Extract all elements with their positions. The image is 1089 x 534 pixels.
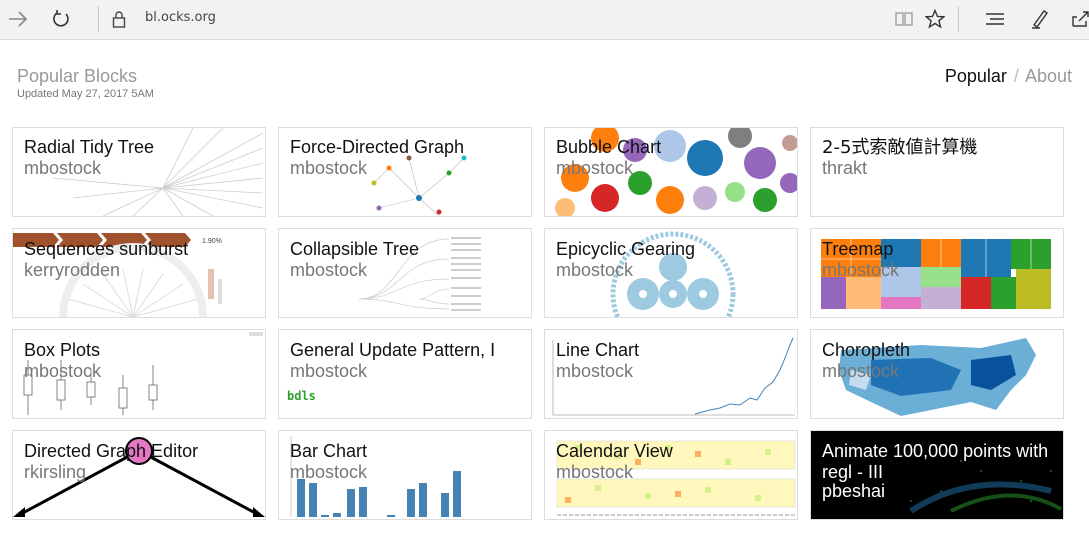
updated-timestamp: Updated May 27, 2017 5AM (17, 88, 154, 100)
block-owner[interactable]: mbostock (556, 361, 633, 382)
block-title[interactable]: Choropleth (822, 340, 910, 361)
block-card-directed-graph-editor[interactable]: Directed Graph Editor rkirsling (12, 430, 266, 520)
nav-separator: / (1013, 66, 1019, 86)
block-card-bar-chart[interactable]: Bar Chart mbostock (278, 430, 532, 520)
block-card-radial-tidy-tree[interactable]: Radial Tidy Tree mbostock (12, 127, 266, 217)
block-owner[interactable]: pbeshai (822, 481, 885, 502)
nav-about-link[interactable]: About (1025, 66, 1072, 86)
toolbar-divider (98, 6, 99, 32)
address-bar[interactable]: bl.ocks.org (145, 10, 216, 25)
block-owner[interactable]: mbostock (822, 361, 899, 382)
block-title[interactable]: Calendar View (556, 441, 673, 462)
block-card-force-directed-graph[interactable]: Force-Directed Graph mbostock (278, 127, 532, 217)
forward-icon[interactable] (4, 6, 32, 32)
block-owner[interactable]: mbostock (290, 260, 367, 281)
block-owner[interactable]: kerryrodden (24, 260, 120, 281)
pen-note-icon[interactable] (1026, 6, 1054, 32)
block-owner[interactable]: mbostock (24, 361, 101, 382)
block-title[interactable]: Directed Graph Editor (24, 441, 198, 462)
block-card-general-update-pattern[interactable]: bdls General Update Pattern, I mbostock (278, 329, 532, 419)
block-card-treemap[interactable]: Treemap mbostock (810, 228, 1064, 318)
block-card-animate-points[interactable]: Animate 100,000 points with regl - III p… (810, 430, 1064, 520)
hub-icon[interactable] (981, 6, 1009, 32)
block-title[interactable]: Collapsible Tree (290, 239, 419, 260)
block-title[interactable]: Radial Tidy Tree (24, 137, 154, 158)
refresh-icon[interactable] (47, 6, 75, 32)
block-card-bubble-chart[interactable]: Bubble Chart mbostock (544, 127, 798, 217)
block-owner[interactable]: mbostock (822, 260, 899, 281)
browser-toolbar: bl.ocks.org (0, 0, 1089, 40)
block-card-box-plots[interactable]: Box Plots mbostock (12, 329, 266, 419)
thumbnail-letters: bdls (287, 389, 316, 403)
block-owner[interactable]: thrakt (822, 158, 867, 179)
page-title: Popular Blocks (17, 66, 138, 86)
block-card-choropleth[interactable]: Choropleth mbostock (810, 329, 1064, 419)
block-card-epicyclic-gearing[interactable]: Epicyclic Gearing mbostock (544, 228, 798, 318)
block-title[interactable]: Box Plots (24, 340, 100, 361)
block-owner[interactable]: mbostock (556, 462, 633, 483)
block-title[interactable]: Force-Directed Graph (290, 137, 464, 158)
block-owner[interactable]: mbostock (290, 158, 367, 179)
reading-view-icon[interactable] (890, 6, 918, 32)
block-card-line-chart[interactable]: Line Chart mbostock (544, 329, 798, 419)
block-owner[interactable]: rkirsling (24, 462, 86, 483)
block-title[interactable]: Treemap (822, 239, 893, 260)
block-card-kancolle-calculator[interactable]: 2-5式索敵値計算機 thrakt (810, 127, 1064, 217)
block-title[interactable]: Line Chart (556, 340, 639, 361)
share-icon[interactable] (1066, 6, 1089, 32)
toolbar-divider (958, 6, 959, 32)
block-title[interactable]: Animate 100,000 points with regl - III (822, 441, 1057, 483)
block-owner[interactable]: mbostock (290, 361, 367, 382)
block-title[interactable]: Epicyclic Gearing (556, 239, 695, 260)
favorite-star-icon[interactable] (921, 6, 949, 32)
block-card-calendar-view[interactable]: Calendar View mbostock (544, 430, 798, 520)
block-title[interactable]: Sequences sunburst (24, 239, 188, 260)
block-owner[interactable]: mbostock (290, 462, 367, 483)
block-card-collapsible-tree[interactable]: Collapsible Tree mbostock (278, 228, 532, 318)
block-card-sequences-sunburst[interactable]: 1.90% Sequences sunburst kerryrodden (12, 228, 266, 318)
block-title[interactable]: Bubble Chart (556, 137, 661, 158)
block-title[interactable]: General Update Pattern, I (290, 340, 495, 361)
top-nav: Popular / About (945, 66, 1072, 87)
nav-popular-link[interactable]: Popular (945, 66, 1007, 86)
block-owner[interactable]: mbostock (556, 158, 633, 179)
block-title[interactable]: Bar Chart (290, 441, 367, 462)
sunburst-percentage: 1.90% (202, 238, 222, 245)
block-owner[interactable]: mbostock (24, 158, 101, 179)
block-title[interactable]: 2-5式索敵値計算機 (822, 137, 977, 158)
lock-icon (105, 6, 133, 32)
block-owner[interactable]: mbostock (556, 260, 633, 281)
